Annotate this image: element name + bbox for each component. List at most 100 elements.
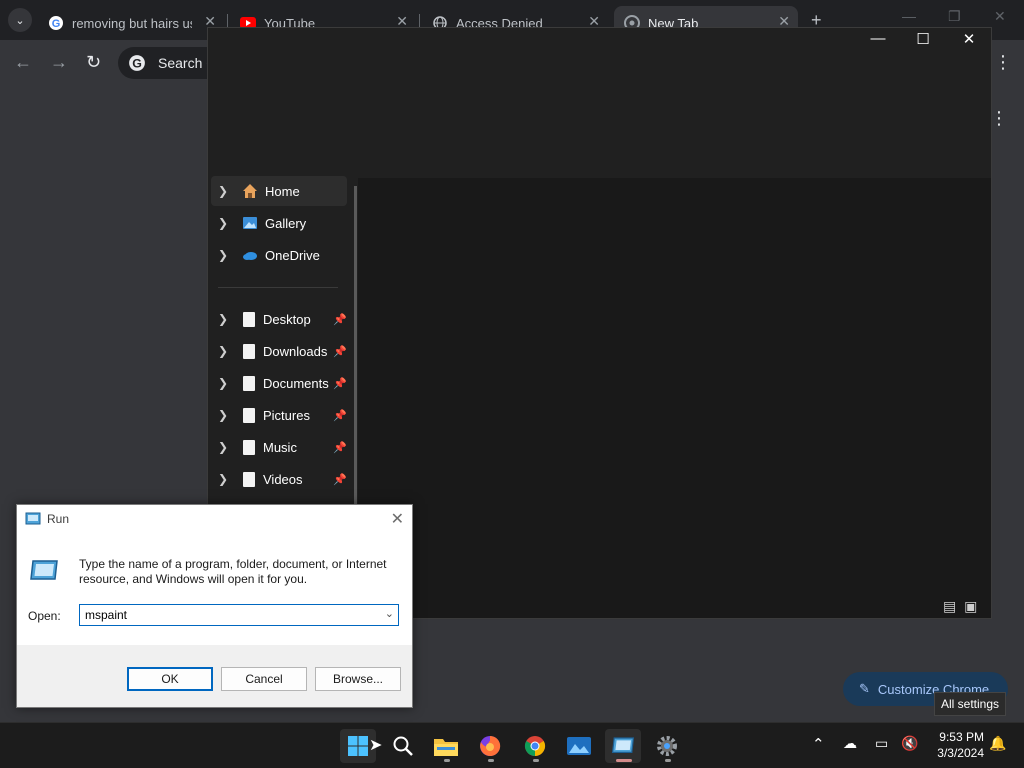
chevron-right-icon[interactable]: ❯ [211,184,235,198]
browse-button[interactable]: Browse... [315,667,401,691]
menu-kebab-icon[interactable]: ⋮ [994,52,1012,73]
explorer-close-button[interactable]: ✕ [946,30,992,48]
google-icon: G [49,16,63,30]
run-icon [30,560,58,580]
reload-icon[interactable]: ↻ [86,52,101,73]
run-title: Run [47,512,70,526]
nav-item-videos[interactable]: ❯ Videos 📌 [211,464,347,494]
taskbar-settings[interactable] [649,729,685,763]
chevron-right-icon[interactable]: ❯ [211,440,235,454]
chevron-right-icon[interactable]: ❯ [211,248,235,262]
notification-bell-icon[interactable]: 🔔 [989,735,1006,752]
pin-icon[interactable]: 📌 [333,377,347,390]
folder-icon [434,739,458,756]
nav-item-pictures[interactable]: ❯ Pictures 📌 [211,400,347,430]
run-dialog: Run ✕ Type the name of a program, folder… [16,504,413,708]
home-icon [243,184,257,198]
chevron-right-icon[interactable]: ❯ [211,408,235,422]
close-icon[interactable]: ✕ [391,509,404,529]
chevron-right-icon[interactable]: ❯ [211,472,235,486]
search-button[interactable] [385,729,421,763]
forward-icon[interactable]: → [50,52,68,73]
nav-item-label: Pictures [263,407,310,423]
windows-icon [348,736,368,756]
google-icon: G [129,55,145,71]
large-icons-view-icon[interactable]: ▣ [964,598,977,614]
taskbar-file-explorer[interactable] [428,729,464,763]
taskbar-photos[interactable] [561,729,597,763]
running-indicator [444,759,450,762]
svg-text:G: G [52,18,61,30]
file-icon [243,407,255,423]
gear-icon [657,736,677,756]
running-indicator [665,759,671,762]
network-icon[interactable]: ▭ [875,735,888,752]
firefox-icon [480,735,501,756]
svg-text:G: G [132,57,142,71]
open-input[interactable]: mspaint ⌄ [79,604,399,626]
run-body: Type the name of a program, folder, docu… [17,533,412,645]
clock[interactable]: 9:53 PM 3/3/2024 [928,729,984,761]
taskbar-firefox[interactable] [472,729,508,763]
clock-time: 9:53 PM [939,730,984,744]
clock-date: 3/3/2024 [937,746,984,760]
minimize-button[interactable]: — [902,8,916,24]
pin-icon[interactable]: 📌 [333,345,347,358]
chevron-down-icon[interactable]: ⌄ [385,607,394,620]
gallery-icon [243,217,257,229]
cloud-icon [243,252,257,260]
restore-button[interactable]: ❐ [948,8,961,25]
nav-item-label: Music [263,439,297,455]
run-title-bar[interactable]: Run ✕ [17,505,412,533]
nav-item-onedrive[interactable]: ❯ OneDrive [211,240,347,270]
file-icon [243,439,255,455]
explorer-minimize-button[interactable]: — [855,30,901,47]
chevron-up-icon[interactable]: ⌃ [812,735,825,753]
chevron-right-icon[interactable]: ❯ [211,312,235,326]
nav-item-home[interactable]: ❯ Home [211,176,347,206]
taskbar-chrome[interactable] [517,729,553,763]
tab-title: removing but hairs usi [72,15,192,31]
tooltip: All settings [934,692,1007,716]
active-indicator [616,759,632,762]
tab-search-button[interactable]: ⌄ [8,8,32,32]
explorer-maximize-button[interactable]: ☐ [900,30,946,48]
pin-icon[interactable]: 📌 [333,473,347,486]
cancel-button[interactable]: Cancel [221,667,307,691]
running-indicator [533,759,539,762]
details-view-icon[interactable]: ▤ [943,598,956,614]
file-icon [243,343,255,359]
file-icon [243,311,255,327]
nav-item-documents[interactable]: ❯ Documents 📌 [211,368,347,398]
onedrive-offline-icon[interactable]: ☁ [843,735,857,752]
back-icon[interactable]: ← [14,52,32,73]
photos-icon [567,737,591,755]
nav-scrollbar[interactable] [354,186,357,506]
chevron-right-icon[interactable]: ❯ [211,216,235,230]
nav-item-downloads[interactable]: ❯ Downloads 📌 [211,336,347,366]
chevron-right-icon[interactable]: ❯ [211,344,235,358]
run-app-icon [25,512,41,525]
search-icon [393,736,413,756]
nav-item-label: Downloads [263,343,328,359]
pin-icon[interactable]: 📌 [333,441,347,454]
taskbar-run[interactable] [605,729,641,763]
nav-item-label: Gallery [265,215,307,231]
nav-item-label: OneDrive [265,247,320,263]
pin-icon[interactable]: 📌 [333,409,347,422]
nav-item-desktop[interactable]: ❯ Desktop 📌 [211,304,347,334]
pin-icon[interactable]: 📌 [333,313,347,326]
nav-item-gallery[interactable]: ❯ Gallery [211,208,347,238]
close-window-button[interactable]: ✕ [994,8,1006,25]
ntp-menu-icon[interactable]: ⋮ [990,108,1008,129]
chevron-right-icon[interactable]: ❯ [211,376,235,390]
chevron-down-icon: ⌄ [15,14,25,27]
volume-muted-icon[interactable]: 🔇 [901,735,918,752]
ok-button[interactable]: OK [127,667,213,691]
view-toggles: ▤ ▣ [943,598,977,615]
open-input-value: mspaint [85,608,128,622]
file-icon [243,375,255,391]
nav-item-music[interactable]: ❯ Music 📌 [211,432,347,462]
nav-item-label: Desktop [263,311,311,327]
tab-removing-hairs[interactable]: G removing but hairs usi ✕ [40,6,224,40]
